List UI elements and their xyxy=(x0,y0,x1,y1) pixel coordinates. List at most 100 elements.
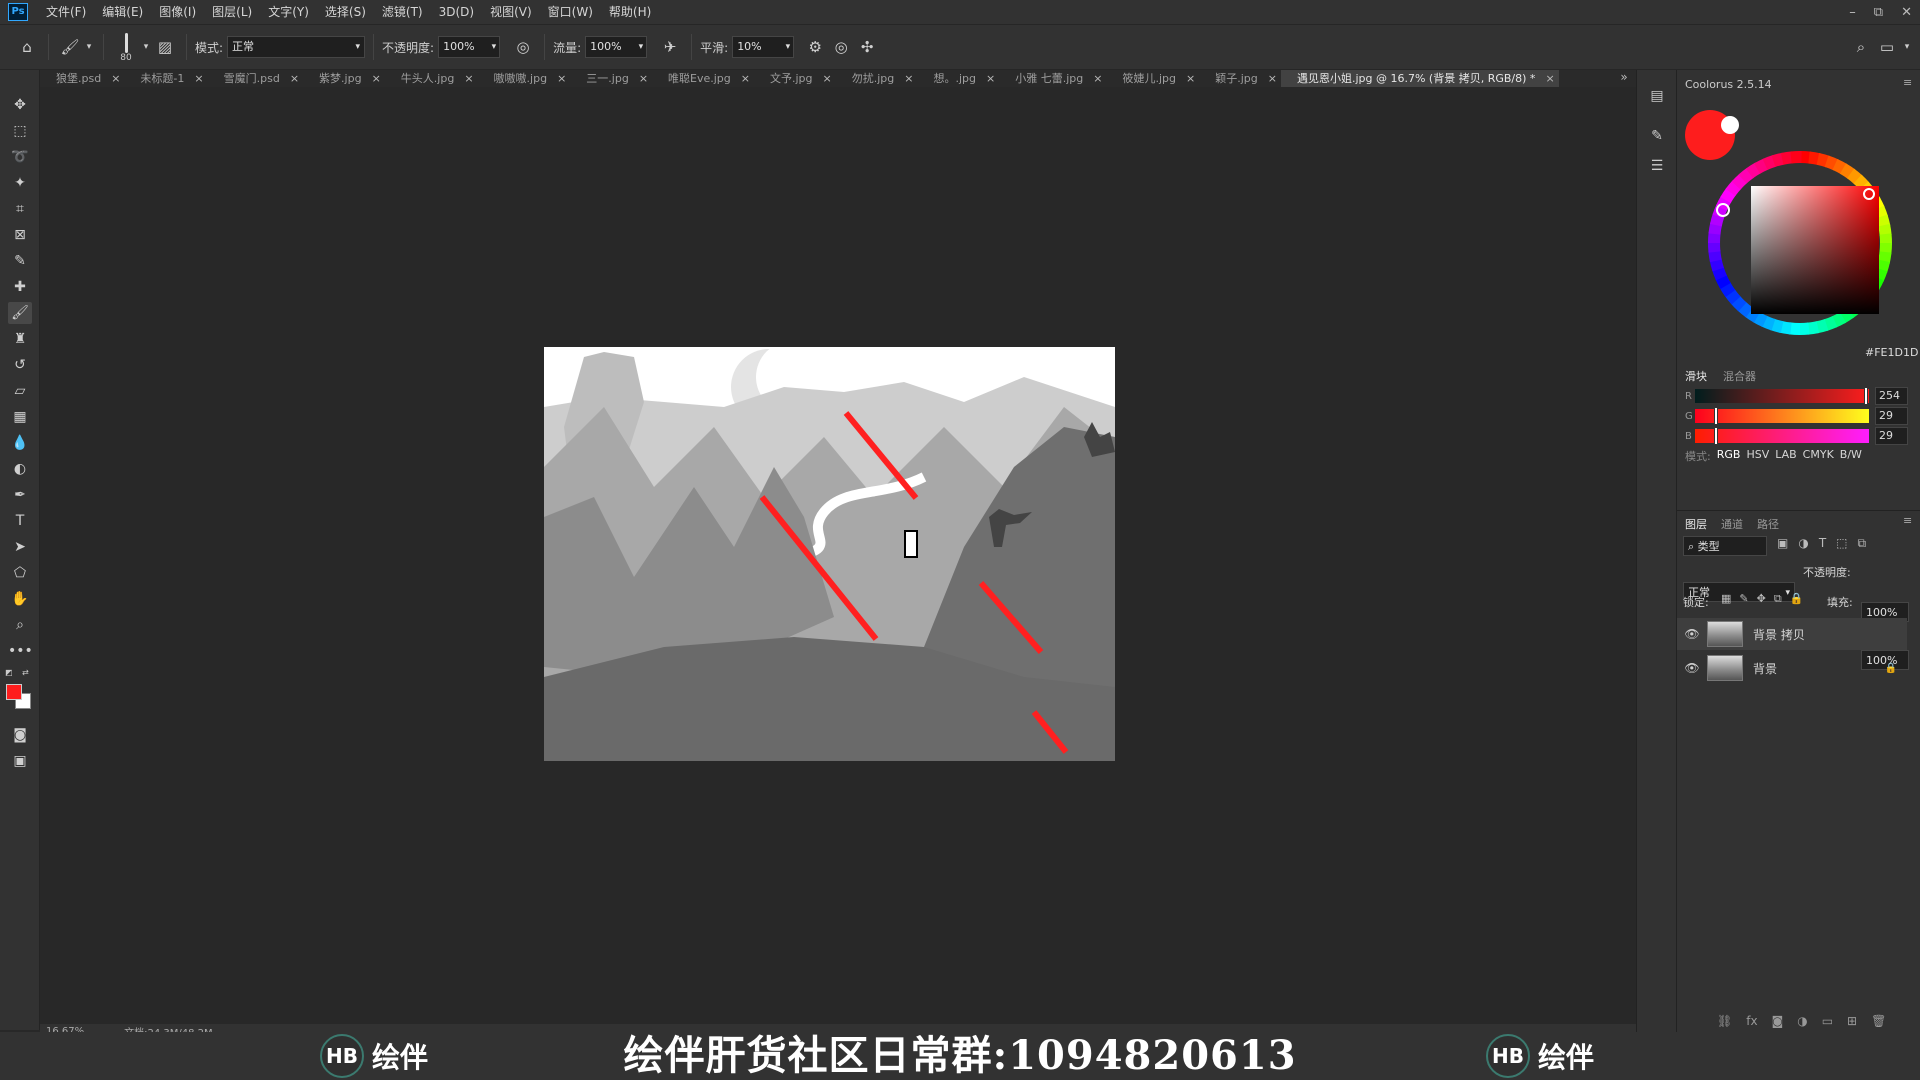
close-tab-icon[interactable]: × xyxy=(1093,70,1102,87)
layer-row-selected[interactable]: 👁 背景 拷贝 xyxy=(1677,618,1907,650)
symmetry-icon[interactable]: ✣ xyxy=(854,38,880,56)
adjustments-panel-icon[interactable]: ☰ xyxy=(1647,158,1667,178)
document-tab[interactable]: 紫梦.jpg × xyxy=(303,70,385,87)
crop-tool-icon[interactable]: ⌗ xyxy=(8,198,32,220)
swap-colors-icon[interactable]: ⇄ xyxy=(22,668,32,678)
magic-wand-tool-icon[interactable]: ✦ xyxy=(8,172,32,194)
clone-stamp-tool-icon[interactable]: ♜ xyxy=(8,328,32,350)
lock-artboard-icon[interactable]: ⧉ xyxy=(1774,592,1782,606)
lasso-tool-icon[interactable]: ➰ xyxy=(8,146,32,168)
close-tab-icon[interactable]: × xyxy=(557,70,566,87)
pen-tool-icon[interactable]: ✒ xyxy=(8,484,32,506)
frame-tool-icon[interactable]: ⊠ xyxy=(8,224,32,246)
mode-select[interactable]: 正常 ▾ xyxy=(227,36,366,58)
eyedropper-tool-icon[interactable]: ✎ xyxy=(8,250,32,272)
chevron-down-icon[interactable]: ▾ xyxy=(140,42,152,52)
path-selection-tool-icon[interactable]: ➤ xyxy=(8,536,32,558)
document-tab[interactable]: 唯聪Eve.jpg × xyxy=(652,70,754,87)
mode-rgb[interactable]: RGB xyxy=(1717,448,1741,464)
marquee-tool-icon[interactable]: ⬚ xyxy=(8,120,32,142)
layer-row[interactable]: 👁 背景 🔒 xyxy=(1677,652,1907,684)
healing-brush-tool-icon[interactable]: ✚ xyxy=(8,276,32,298)
type-tool-icon[interactable]: T xyxy=(8,510,32,532)
document-tab[interactable]: 牛头人.jpg × xyxy=(385,70,478,87)
document-tab[interactable]: 颖子.jpg × xyxy=(1199,70,1281,87)
lock-position-icon[interactable]: ✥ xyxy=(1757,592,1766,606)
chevron-down-icon[interactable]: ▾ xyxy=(1900,42,1914,52)
link-icon[interactable]: ⛓ xyxy=(1717,1014,1732,1028)
blur-tool-icon[interactable]: 💧 xyxy=(8,432,32,454)
document-tab[interactable]: 筱婕儿.jpg × xyxy=(1106,70,1199,87)
hand-tool-icon[interactable]: ✋ xyxy=(8,588,32,610)
eye-icon[interactable]: 👁 xyxy=(1677,661,1707,675)
menu-item[interactable]: 文字(Y) xyxy=(260,0,317,24)
hex-readout[interactable]: #FE1D1D xyxy=(1865,346,1918,359)
menu-item[interactable]: 选择(S) xyxy=(317,0,374,24)
adjustment-filter-icon[interactable]: ◑ xyxy=(1798,536,1808,551)
red-value[interactable]: 254 xyxy=(1875,387,1908,405)
close-button[interactable]: ✕ xyxy=(1901,5,1912,20)
red-slider[interactable]: R 254 xyxy=(1685,386,1908,406)
chevron-down-icon[interactable]: ▾ xyxy=(83,42,95,52)
gear-icon[interactable]: ⚙ xyxy=(802,38,828,56)
shape-tool-icon[interactable]: ⬠ xyxy=(8,562,32,584)
quick-mask-icon[interactable]: ◙ xyxy=(8,724,32,746)
document-canvas[interactable] xyxy=(544,347,1115,761)
menu-item[interactable]: 图层(L) xyxy=(204,0,260,24)
layer-name[interactable]: 背景 拷贝 xyxy=(1753,626,1805,643)
brush-tool-preset-icon[interactable]: 🖌 xyxy=(57,38,83,56)
green-slider[interactable]: G 29 xyxy=(1685,406,1908,426)
document-tab[interactable]: 勿扰.jpg × xyxy=(836,70,918,87)
mode-hsv[interactable]: HSV xyxy=(1746,448,1769,464)
green-value[interactable]: 29 xyxy=(1875,407,1908,425)
lock-transparency-icon[interactable]: ▦ xyxy=(1721,592,1731,606)
menu-item[interactable]: 图像(I) xyxy=(151,0,204,24)
tab-layers[interactable]: 图层 xyxy=(1685,516,1707,532)
zoom-tool-icon[interactable]: ⌕ xyxy=(8,614,32,636)
close-tab-icon[interactable]: × xyxy=(290,70,299,87)
tabs-overflow-icon[interactable]: » xyxy=(1614,68,1634,86)
close-tab-icon[interactable]: × xyxy=(904,70,913,87)
document-tab[interactable]: 雪魔门.psd × xyxy=(208,70,303,87)
green-slider-track[interactable] xyxy=(1695,407,1869,425)
close-tab-icon[interactable]: × xyxy=(1186,70,1195,87)
eye-icon[interactable]: 👁 xyxy=(1677,627,1707,641)
close-tab-icon[interactable]: × xyxy=(111,70,120,87)
menu-item[interactable]: 文件(F) xyxy=(38,0,94,24)
lock-pixels-icon[interactable]: ✎ xyxy=(1739,592,1748,606)
tab-channels[interactable]: 通道 xyxy=(1721,516,1743,532)
document-tab[interactable]: 未标题-1 × xyxy=(124,70,207,87)
restore-button[interactable]: ⧉ xyxy=(1874,5,1883,20)
close-tab-icon[interactable]: × xyxy=(741,70,750,87)
menu-item[interactable]: 窗口(W) xyxy=(540,0,601,24)
menu-item[interactable]: 视图(V) xyxy=(482,0,540,24)
tab-paths[interactable]: 路径 xyxy=(1757,516,1779,532)
opacity-input[interactable]: 100% ▾ xyxy=(438,36,501,58)
menu-item[interactable]: 帮助(H) xyxy=(601,0,659,24)
document-tab[interactable]: 三一.jpg × xyxy=(570,70,652,87)
brush-settings-panel-icon[interactable]: ▨ xyxy=(152,38,178,56)
panel-menu-icon[interactable]: ≡ xyxy=(1903,76,1912,89)
screen-mode-icon[interactable]: ▣ xyxy=(8,750,32,772)
color-wheel[interactable] xyxy=(1687,130,1913,356)
fx-icon[interactable]: fx xyxy=(1746,1014,1757,1028)
menu-item[interactable]: 滤镜(T) xyxy=(374,0,431,24)
brush-tool-icon[interactable]: 🖌 xyxy=(8,302,32,324)
trash-icon[interactable]: 🗑 xyxy=(1871,1014,1886,1028)
move-tool-icon[interactable]: ✥ xyxy=(8,94,32,116)
menu-item[interactable]: 3D(D) xyxy=(431,0,482,24)
history-brush-tool-icon[interactable]: ↺ xyxy=(8,354,32,376)
pressure-opacity-icon[interactable]: ◎ xyxy=(510,38,536,56)
shape-filter-icon[interactable]: ⬚ xyxy=(1836,536,1847,551)
new-layer-icon[interactable]: ⊞ xyxy=(1847,1014,1857,1028)
close-tab-icon[interactable]: × xyxy=(1545,70,1554,87)
mode-cmyk[interactable]: CMYK xyxy=(1803,448,1834,464)
type-filter-icon[interactable]: T xyxy=(1819,536,1826,551)
slider-thumb[interactable] xyxy=(1714,427,1719,445)
pressure-size-icon[interactable]: ◎ xyxy=(828,38,854,56)
menu-item[interactable]: 编辑(E) xyxy=(94,0,151,24)
close-tab-icon[interactable]: × xyxy=(372,70,381,87)
close-tab-icon[interactable]: × xyxy=(194,70,203,87)
layer-name[interactable]: 背景 xyxy=(1753,660,1777,677)
mode-lab[interactable]: LAB xyxy=(1775,448,1796,464)
